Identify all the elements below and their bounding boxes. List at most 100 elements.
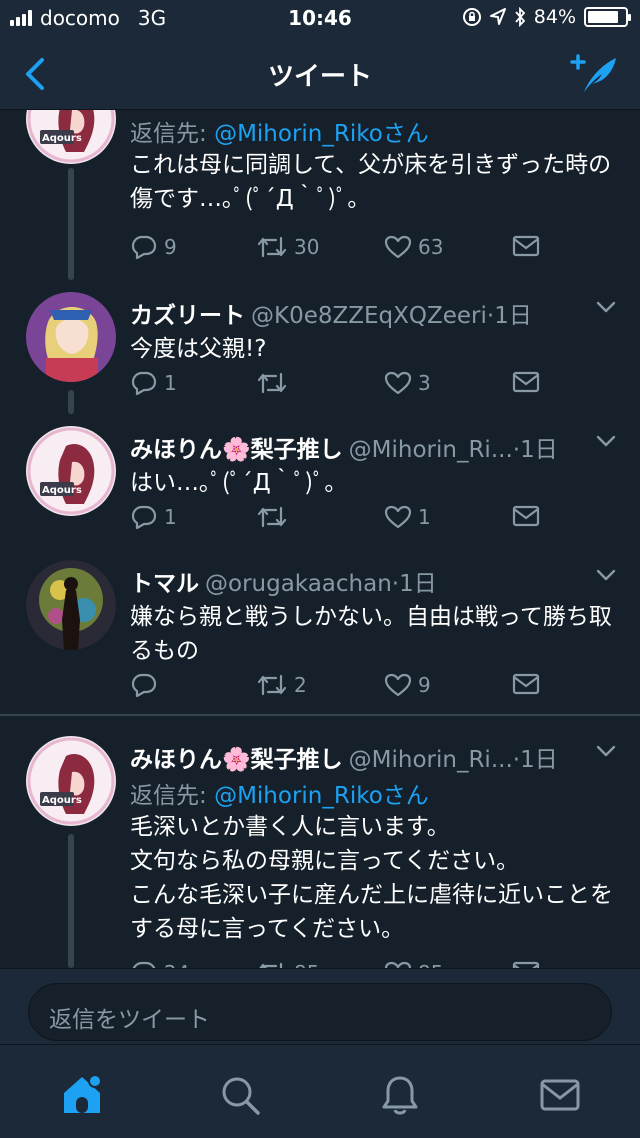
dm-icon [512,505,540,527]
tweet[interactable]: Aqours 返信先: @Mihorin_Rikoさん これは母に同調して、父が… [0,110,640,280]
display-name[interactable]: みほりん🌸梨子推し [130,430,343,464]
battery-percent: 84% [533,6,576,28]
avatar[interactable]: Aqours [26,736,116,826]
tweet-actions: 1 3 [130,370,550,400]
reply-input[interactable]: 返信をツイート [28,983,612,1041]
reply-button[interactable]: 1 [130,370,177,396]
display-name[interactable]: みほりん🌸梨子推し [130,740,343,774]
reply-icon [131,505,157,530]
tweet-time: ·1日 [512,437,558,463]
dm-icon [512,235,540,257]
tweet-body: 返信先: @Mihorin_Rikoさん これは母に同調して、父が床を引きずった… [130,114,620,216]
tweet-header: みほりん🌸梨子推し @Mihorin_Ri... ·1日 [130,430,620,466]
retweet-button[interactable]: 85 [256,960,319,968]
user-handle[interactable]: @Mihorin_Ri... [349,747,513,773]
tweet-actions: 2 9 [130,672,550,702]
reply-count: 1 [164,371,177,395]
thread-line [68,834,74,968]
dm-button[interactable] [512,504,540,528]
retweet-icon [257,674,287,696]
dm-button[interactable] [512,234,540,258]
svg-text:Aqours: Aqours [42,795,82,806]
tweet[interactable]: Aqours みほりん🌸梨子推し @Mihorin_Ri... ·1日 はい…｡… [0,414,640,548]
like-icon [384,371,412,395]
status-right: 84% [462,6,631,28]
retweet-button[interactable] [256,370,294,396]
chevron-down-icon[interactable] [596,434,616,448]
tab-bar [0,1044,640,1138]
dm-button[interactable] [512,960,540,968]
tweet-header: カズリート @K0e8ZZEqXQZeeri ·1日 [130,296,620,332]
tweet-body: トマル @orugakaachan ·1日 嫌なら親と戦うしかない。自由は戦って… [130,564,620,668]
tweet[interactable]: トマル @orugakaachan ·1日 嫌なら親と戦うしかない。自由は戦って… [0,548,640,714]
reply-prefix: 返信先: [130,783,215,809]
like-button[interactable]: 1 [384,504,431,530]
chevron-down-icon[interactable] [596,300,616,314]
retweet-button[interactable]: 2 [256,672,307,698]
tweet-text: 毛深いとか書く人に言います。 文句なら私の母親に言ってください。 こんな毛深い子… [130,814,613,942]
tweet-thread[interactable]: Aqours 返信先: @Mihorin_Rikoさん これは母に同調して、父が… [0,110,640,968]
reply-button[interactable] [130,672,164,698]
reply-button[interactable]: 9 [130,234,177,260]
tweet-actions: 9 30 63 [130,234,550,264]
reply-to: 返信先: @Mihorin_Rikoさん [130,114,620,148]
reply-count: 9 [164,235,177,259]
reply-count: 24 [164,961,189,968]
reply-composer: 返信をツイート [0,968,640,1044]
reply-count: 1 [164,505,177,529]
avatar[interactable] [26,560,116,650]
search-icon[interactable] [218,1073,262,1117]
display-name[interactable]: カズリート [130,296,245,330]
dm-button[interactable] [512,370,540,394]
like-icon [384,505,412,529]
tweet[interactable]: カズリート @K0e8ZZEqXQZeeri ·1日 今度は父親!? 1 3 [0,280,640,414]
retweet-icon [257,506,287,528]
retweet-button[interactable] [256,504,294,530]
dm-button[interactable] [512,672,540,696]
like-button[interactable]: 63 [384,234,443,260]
retweet-button[interactable]: 30 [256,234,319,260]
battery-icon [584,7,631,27]
display-name[interactable]: トマル [130,564,199,598]
tweet-header: トマル @orugakaachan ·1日 [130,564,620,600]
retweet-count: 2 [294,673,307,697]
dm-icon [512,673,540,695]
reply-button[interactable]: 24 [130,960,189,968]
user-handle[interactable]: @Mihorin_Ri... [349,437,513,463]
notifications-icon[interactable] [378,1073,422,1117]
user-handle[interactable]: @orugakaachan [205,571,392,597]
tweet-body: カズリート @K0e8ZZEqXQZeeri ·1日 今度は父親!? [130,296,620,366]
home-icon[interactable] [60,1073,104,1117]
like-icon [384,961,412,968]
tweet-actions: 24 85 85 [130,960,550,968]
svg-text:Aqours: Aqours [42,485,82,496]
like-icon [384,235,412,259]
like-count: 3 [418,371,431,395]
avatar[interactable] [26,292,116,382]
like-button[interactable]: 3 [384,370,431,396]
dm-icon [512,961,540,968]
messages-icon[interactable] [538,1073,582,1117]
tweet[interactable]: Aqours みほりん🌸梨子推し @Mihorin_Ri... ·1日 返信先:… [0,716,640,968]
user-handle[interactable]: @K0e8ZZEqXQZeeri [251,303,487,329]
tweet-actions: 1 1 [130,504,550,534]
reply-button[interactable]: 1 [130,504,177,530]
reply-mention-link[interactable]: @Mihorin_Rikoさん [214,121,429,147]
chevron-down-icon[interactable] [596,744,616,758]
tweet-text: 嫌なら親と戦うしかない。自由は戦って勝ち取るもの [130,604,612,664]
chevron-down-icon[interactable] [596,568,616,582]
like-button[interactable]: 9 [384,672,431,698]
reply-icon [131,235,157,260]
thread-line [68,168,74,280]
reply-mention-link[interactable]: @Mihorin_Rikoさん [214,783,429,809]
retweet-icon [259,962,283,968]
tweet-time: ·1日 [512,747,558,773]
avatar[interactable]: Aqours [26,110,116,164]
tweet-body: みほりん🌸梨子推し @Mihorin_Ri... ·1日 はい…｡ﾟ(ﾟ´Д｀ﾟ… [130,430,620,500]
location-icon [489,8,506,25]
avatar[interactable]: Aqours [26,426,116,516]
like-button[interactable]: 85 [384,960,443,968]
compose-icon[interactable] [570,52,620,96]
status-bar: docomo 3G 10:46 84% [0,0,640,36]
tweet-text: 今度は父親!? [130,336,267,362]
